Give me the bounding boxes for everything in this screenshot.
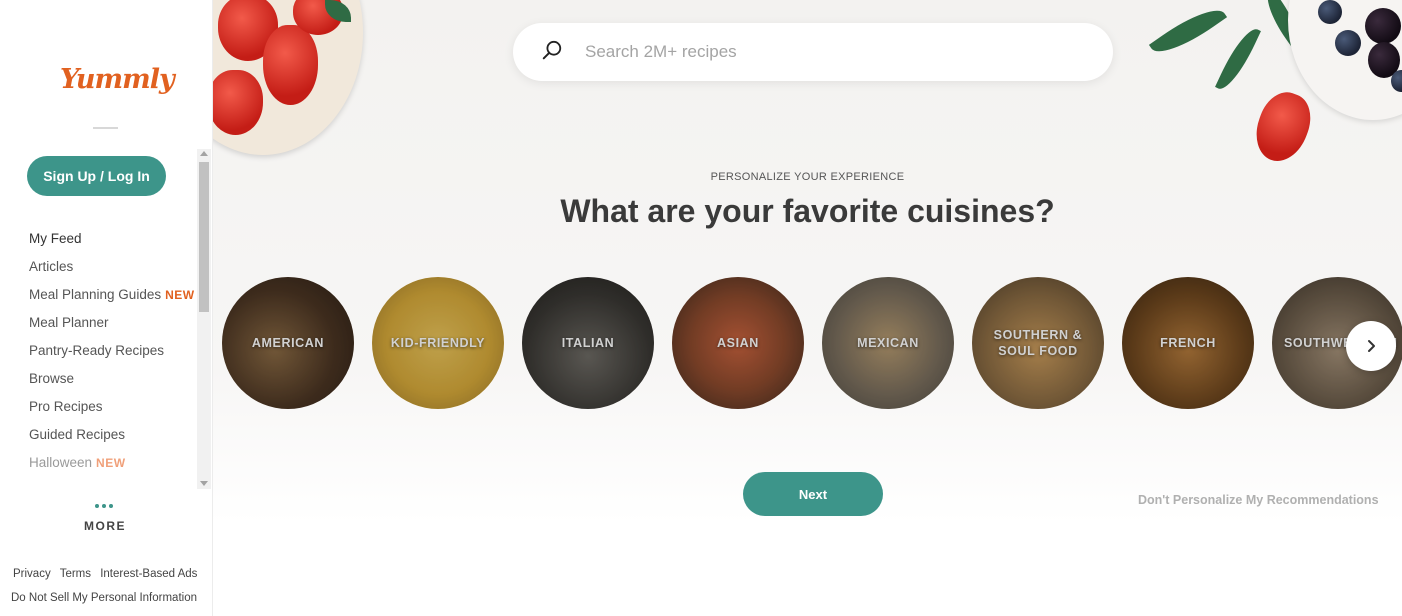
sidebar-item-label: My Feed (29, 231, 82, 246)
search-bar[interactable] (513, 23, 1113, 81)
sidebar: Yummly Sign Up / Log In My Feed Articles… (0, 0, 213, 616)
cuisine-kid-friendly[interactable]: KID-FRIENDLY (372, 277, 504, 409)
cuisine-label: SOUTHERN & SOUL FOOD (993, 328, 1083, 358)
cuisine-label: KID-FRIENDLY (390, 336, 486, 350)
more-button[interactable]: MORE (84, 519, 126, 533)
search-input[interactable] (585, 39, 1085, 65)
strawberry-image (263, 25, 318, 105)
cuisine-label: ITALIAN (561, 336, 615, 350)
sidebar-item-label: Meal Planner (29, 315, 109, 330)
privacy-link[interactable]: Privacy (13, 568, 51, 580)
cuisine-label: AMERICAN (251, 336, 325, 350)
search-icon (542, 40, 562, 60)
cuisine-carousel: AMERICAN KID-FRIENDLY ITALIAN ASIAN MEXI… (222, 277, 1402, 409)
scroll-thumb[interactable] (199, 162, 209, 312)
scroll-down-icon[interactable] (200, 481, 208, 486)
cuisine-label: MEXICAN (857, 336, 919, 350)
leaf-image (1148, 0, 1228, 63)
do-not-sell-link[interactable]: Do Not Sell My Personal Information (11, 592, 197, 604)
cuisine-southern-soul-food[interactable]: SOUTHERN & SOUL FOOD (972, 277, 1104, 409)
sidebar-item-halloween[interactable]: Halloween NEW (29, 453, 199, 481)
chevron-right-icon (1368, 340, 1375, 352)
footer-links: Privacy Terms Interest-Based Ads (13, 568, 203, 580)
sidebar-item-meal-planner[interactable]: Meal Planner (29, 313, 199, 341)
cuisine-american[interactable]: AMERICAN (222, 277, 354, 409)
cuisine-mexican[interactable]: MEXICAN (822, 277, 954, 409)
sidebar-nav: My Feed Articles Meal Planning Guides NEW… (29, 229, 199, 481)
scroll-up-icon[interactable] (200, 151, 208, 156)
signup-login-button[interactable]: Sign Up / Log In (27, 156, 166, 196)
sidebar-item-label: Guided Recipes (29, 427, 126, 442)
sidebar-item-label: Meal Planning Guides (29, 287, 162, 302)
sidebar-item-label: Articles (29, 259, 74, 274)
yummly-logo[interactable]: Yummly (60, 64, 175, 95)
next-button[interactable]: Next (743, 472, 883, 516)
leaf-image (1215, 23, 1261, 95)
carousel-next-button[interactable] (1346, 321, 1396, 371)
sidebar-item-label: Halloween (29, 455, 93, 470)
cuisine-french[interactable]: FRENCH (1122, 277, 1254, 409)
sidebar-item-label: Browse (29, 371, 75, 386)
new-badge: NEW (96, 456, 126, 470)
strawberry-image (1247, 85, 1319, 169)
new-badge: NEW (165, 288, 195, 302)
dont-personalize-link[interactable]: Don't Personalize My Recommendations (1138, 493, 1379, 507)
sidebar-item-label: Pantry-Ready Recipes (29, 343, 165, 358)
blueberry-image (1318, 0, 1342, 24)
sidebar-item-pro-recipes[interactable]: Pro Recipes (29, 397, 199, 425)
cuisine-label: FRENCH (1160, 336, 1216, 350)
more-dots-icon[interactable] (95, 504, 113, 508)
logo-divider (93, 127, 118, 129)
sidebar-scrollbar[interactable] (197, 149, 211, 489)
main-content: PERSONALIZE YOUR EXPERIENCE What are you… (213, 0, 1402, 616)
sidebar-item-my-feed[interactable]: My Feed (29, 229, 199, 257)
sidebar-item-pantry-ready-recipes[interactable]: Pantry-Ready Recipes (29, 341, 199, 369)
personalize-eyebrow: PERSONALIZE YOUR EXPERIENCE (710, 171, 905, 183)
blackberry-image (1365, 8, 1401, 44)
terms-link[interactable]: Terms (60, 568, 91, 580)
interest-based-ads-link[interactable]: Interest-Based Ads (100, 568, 197, 580)
cuisine-asian[interactable]: ASIAN (672, 277, 804, 409)
sidebar-item-meal-planning-guides[interactable]: Meal Planning Guides NEW (29, 285, 199, 313)
sidebar-item-label: Pro Recipes (29, 399, 103, 414)
cuisine-label: ASIAN (717, 336, 759, 350)
sidebar-item-browse[interactable]: Browse (29, 369, 199, 397)
sidebar-item-guided-recipes[interactable]: Guided Recipes (29, 425, 199, 453)
sidebar-item-articles[interactable]: Articles (29, 257, 199, 285)
blueberry-image (1335, 30, 1361, 56)
cuisine-italian[interactable]: ITALIAN (522, 277, 654, 409)
page-title: What are your favorite cuisines? (560, 193, 1055, 229)
